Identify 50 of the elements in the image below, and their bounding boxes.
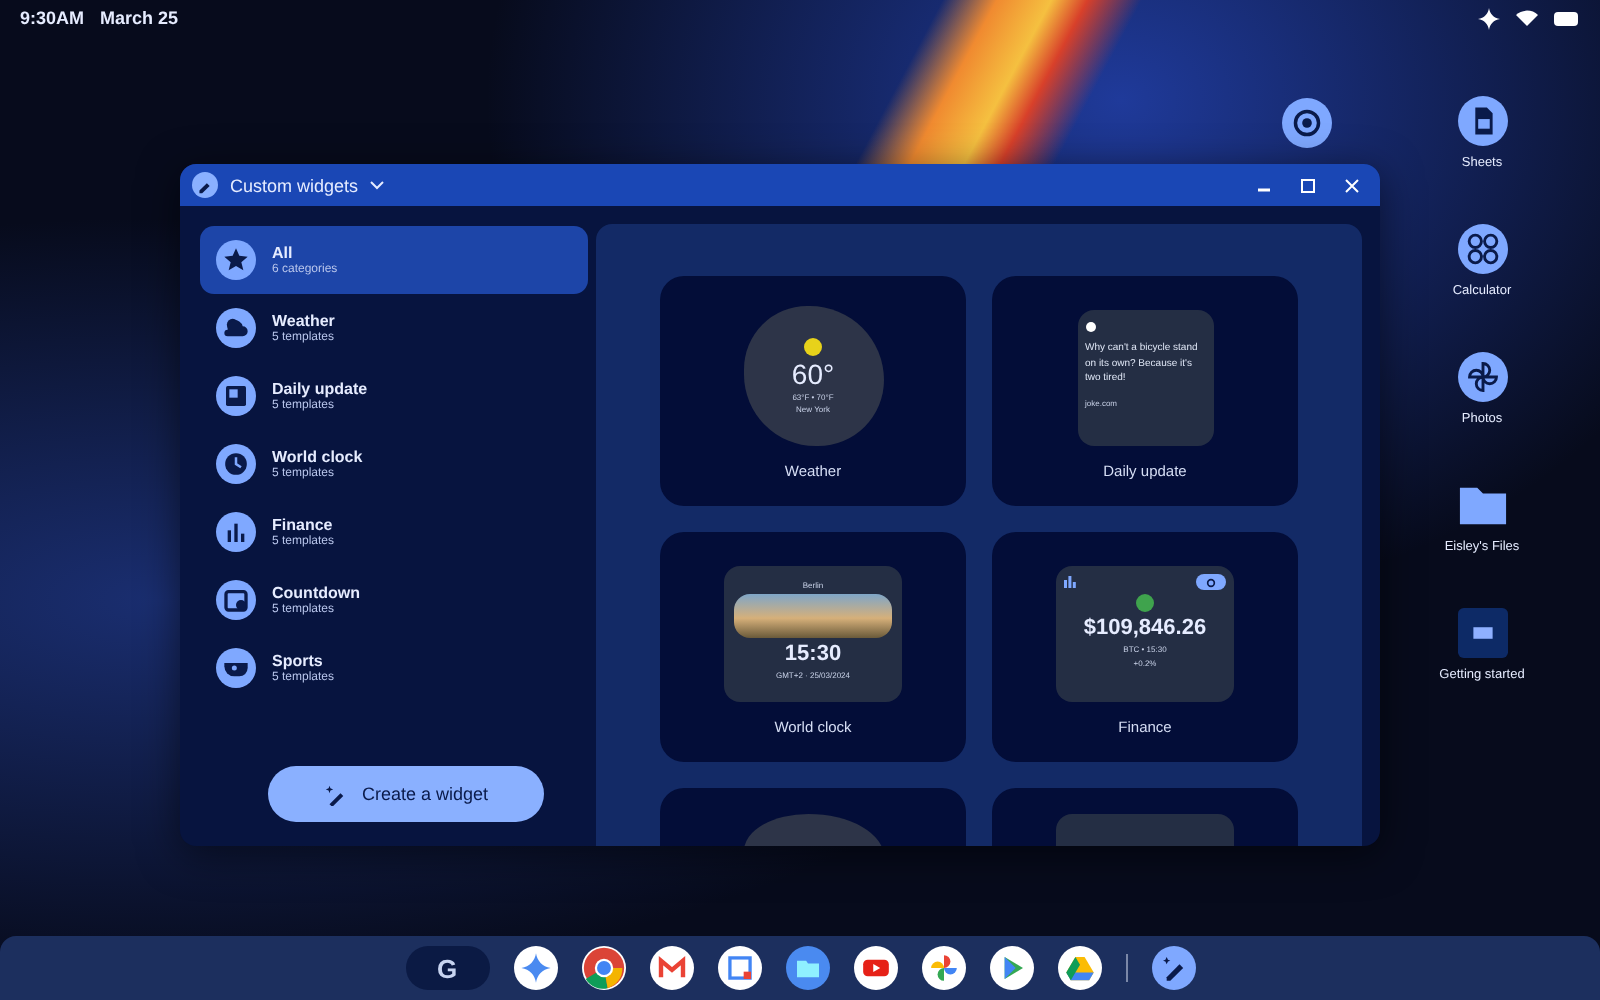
close-button[interactable] xyxy=(1340,173,1364,197)
whistle-icon xyxy=(216,648,256,688)
magic-pen-icon xyxy=(323,783,346,805)
bar-chart-icon xyxy=(216,512,256,552)
refresh-icon xyxy=(1206,577,1216,587)
category-name: Weather xyxy=(272,312,335,330)
news-icon xyxy=(216,376,256,416)
category-name: All xyxy=(272,244,295,262)
magic-pen-icon[interactable] xyxy=(1151,946,1195,990)
create-widget-button[interactable]: Create a widget xyxy=(268,766,544,822)
close-icon xyxy=(1344,177,1360,193)
play-store-icon[interactable] xyxy=(989,946,1033,990)
clock-icon xyxy=(216,444,256,484)
category-name: Finance xyxy=(272,516,335,534)
browser-icon[interactable] xyxy=(581,946,625,990)
chevron-down-icon[interactable] xyxy=(370,180,385,190)
refresh-button[interactable] xyxy=(1196,574,1226,590)
calculator-icon[interactable] xyxy=(1457,224,1507,274)
pdf-file-icon[interactable] xyxy=(1457,608,1507,658)
clock-time: 9:30AM xyxy=(20,8,85,28)
sun-icon xyxy=(804,338,822,356)
sparkle-icon[interactable] xyxy=(513,946,557,990)
category-name: World clock xyxy=(272,448,363,466)
category-name: Sports xyxy=(272,652,325,670)
sparkle-icon[interactable] xyxy=(1478,7,1500,29)
wifi-icon xyxy=(1516,10,1538,26)
category-name: Daily update xyxy=(272,380,368,398)
price-text: $109,846.26 xyxy=(1083,616,1207,640)
calendar-icon xyxy=(216,580,256,620)
widget-app-icon xyxy=(192,172,218,198)
calendar-icon[interactable] xyxy=(717,946,761,990)
record-icon[interactable] xyxy=(1282,98,1332,148)
folder-icon[interactable] xyxy=(785,946,829,990)
launcher-button[interactable]: G xyxy=(405,946,489,990)
pinwheel-icon[interactable] xyxy=(921,946,965,990)
spreadsheet-icon[interactable] xyxy=(1457,96,1507,146)
category-name: Countdown xyxy=(272,584,360,602)
maximize-button[interactable] xyxy=(1296,173,1320,197)
clock-time: 15:30 xyxy=(784,642,842,666)
date-text: March 25 xyxy=(100,8,179,28)
window-title: Custom widgets xyxy=(230,175,359,195)
dot-icon xyxy=(1085,322,1095,332)
pinwheel-icon[interactable] xyxy=(1457,352,1507,402)
video-play-icon[interactable] xyxy=(853,946,897,990)
bar-chart-icon xyxy=(1064,576,1076,588)
temperature-text: 60° xyxy=(791,358,835,390)
mail-icon[interactable] xyxy=(649,946,693,990)
battery-icon xyxy=(1554,11,1580,25)
maximize-icon xyxy=(1300,177,1316,193)
weather-icon xyxy=(216,308,256,348)
